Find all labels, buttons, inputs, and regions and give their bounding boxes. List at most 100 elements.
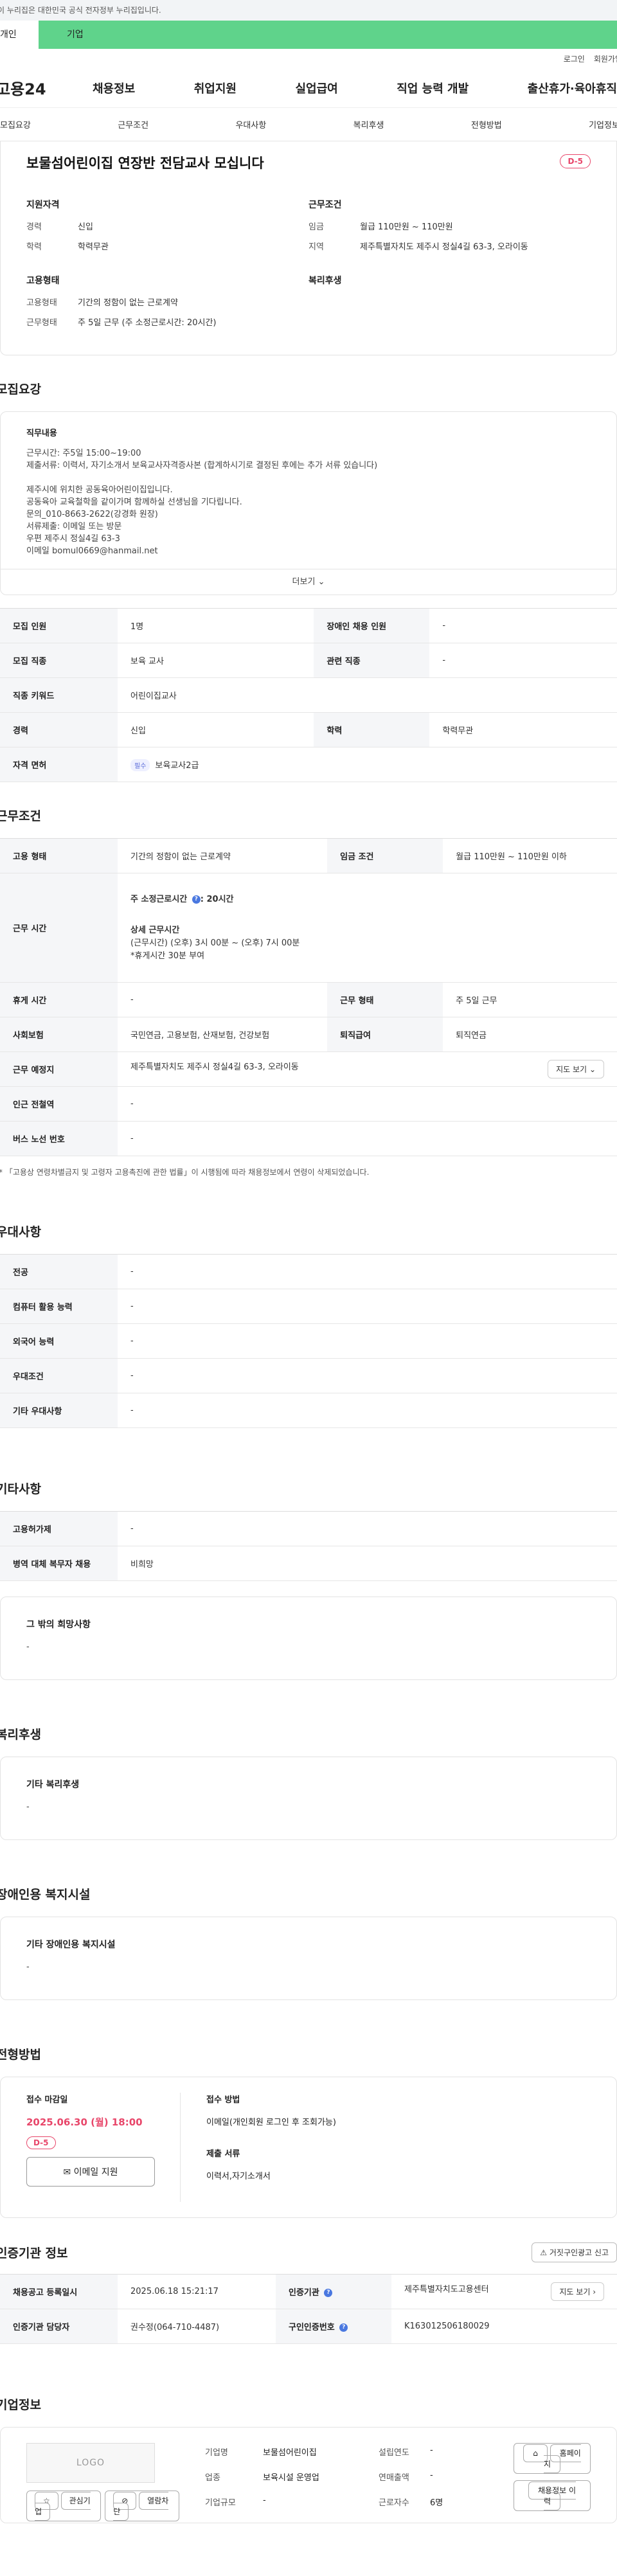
tab-personal[interactable]: 개인 bbox=[0, 21, 39, 49]
table-value: - bbox=[118, 1086, 617, 1122]
table-value: 퇴직연금 bbox=[443, 1017, 617, 1052]
disability-box-title: 기타 장애인용 복지시설 bbox=[26, 1940, 116, 1950]
method-panel: 접수 방법 이메일(개인회원 로그인 후 조회가능) 제출 서류 이력서,자기소… bbox=[181, 2093, 336, 2202]
gov-banner: 이 누리집은 대한민국 공식 전자정부 누리집입니다. bbox=[0, 0, 617, 21]
tab-company[interactable]: 기업 bbox=[39, 21, 96, 49]
table-value: 제주특별자치도 제주시 정실4길 63-3, 오라이동 지도 보기 ⌄ bbox=[118, 1051, 617, 1087]
table-key: 버스 노선 번호 bbox=[0, 1121, 118, 1156]
more-button[interactable]: 더보기 ⌄ bbox=[1, 569, 616, 595]
gnb-item-training[interactable]: 직업 능력 개발 bbox=[397, 80, 469, 96]
pref-section-title: 우대사항 bbox=[0, 1225, 41, 1239]
age-footnote: * 「고용상 연령차별금지 및 고령자 고용촉진에 관한 법률」이 시행됨에 따… bbox=[0, 1168, 370, 1177]
process-box: 접수 마감일 2025.06.30 (월) 18:00 D-5 ✉ 이메일 지원… bbox=[0, 2077, 617, 2218]
table-row: 모집 직종 보육 교사 관련 직종 - bbox=[0, 643, 617, 678]
company-value: 보육시설 운영업 bbox=[263, 2473, 319, 2483]
gnb-item-support[interactable]: 취업지원 bbox=[194, 80, 237, 96]
table-row: 인근 전철역 - bbox=[0, 1086, 617, 1122]
section-nav: 모집요강 근무조건 우대사항 복리후생 전형방법 기업정보 bbox=[0, 108, 617, 141]
recruit-table: 모집 인원 1명 장애인 채용 인원 - 모집 직종 보육 교사 관련 직종 - 직종 키워… bbox=[0, 608, 617, 782]
cert-header: 인증기관 정보 ⚠ 거짓구인광고 신고 bbox=[0, 2242, 617, 2262]
cert-no-label: 구인인증번호 bbox=[288, 2323, 335, 2332]
gnb-item-benefit[interactable]: 실업급여 bbox=[296, 80, 338, 96]
cert-org-value: 제주특별자치도고용센터 bbox=[404, 2285, 489, 2294]
table-row: 인증기관 담당자 권수정(064-710-4487) 구인인증번호 ? K163012… bbox=[0, 2309, 617, 2344]
disability-box-value: - bbox=[26, 1962, 30, 1972]
block-company-button[interactable]: ⊘ 열람차단 bbox=[105, 2491, 179, 2521]
map-label: 지도 보기 bbox=[559, 2287, 591, 2296]
table-key: 고용 형태 bbox=[0, 838, 118, 873]
section-nav-company[interactable]: 기업정보 bbox=[589, 118, 617, 130]
table-value: 필수 보육교사2급 bbox=[118, 747, 617, 782]
table-row: 고용허가제 - bbox=[0, 1511, 617, 1546]
section-nav-recruit[interactable]: 모집요강 bbox=[0, 118, 31, 130]
signup-link[interactable]: 회원가입 bbox=[594, 53, 617, 64]
career-value: 신입 bbox=[78, 222, 93, 232]
job-history-button[interactable]: 채용정보 이력 bbox=[514, 2480, 591, 2511]
table-key: 인근 전철역 bbox=[0, 1086, 118, 1122]
map-button[interactable]: 지도 보기 › bbox=[551, 2282, 604, 2301]
company-key: 기업규모 bbox=[205, 2498, 236, 2508]
edu-value: 학력무관 bbox=[78, 242, 109, 252]
company-info-grid: 기업명 보물섬어린이집 설립연도 - 업종 보육시설 운영업 연매출액 - 기업규모 - … bbox=[205, 2446, 514, 2508]
table-row: 경력 신입 학력 학력무관 bbox=[0, 712, 617, 747]
table-key: 채용공고 등록일시 bbox=[0, 2274, 118, 2309]
help-icon[interactable]: ? bbox=[192, 895, 201, 904]
site-logo[interactable]: 고용24 bbox=[0, 76, 93, 99]
table-value: - bbox=[118, 1323, 617, 1359]
table-key: 휴게 시간 bbox=[0, 982, 118, 1017]
etc-wish-box: 그 밖의 희망사항 - bbox=[0, 1597, 617, 1680]
help-icon[interactable]: ? bbox=[339, 2323, 348, 2332]
docs-title: 제출 서류 bbox=[206, 2149, 240, 2159]
detail-hours-rest: *휴게시간 30분 부여 bbox=[130, 951, 205, 961]
table-row: 우대조건 - bbox=[0, 1358, 617, 1393]
welfare-box-title: 기타 복리후생 bbox=[26, 1780, 80, 1790]
required-badge: 필수 bbox=[130, 758, 150, 771]
table-key: 자격 면허 bbox=[0, 747, 118, 782]
region-value: 제주특별자치도 제주시 정실4길 63-3, 오라이동 bbox=[360, 242, 528, 252]
cert-section-title: 인증기관 정보 bbox=[0, 2246, 68, 2260]
company-value: 보물섬어린이집 bbox=[263, 2448, 317, 2458]
section-nav-welfare[interactable]: 복리후생 bbox=[353, 118, 384, 130]
company-box: LOGO ☆ 관심기업 ⊘ 열람차단 기업명 보물섬어린이집 설립연도 - 업종 보육… bbox=[0, 2427, 617, 2523]
table-key: 임금 조건 bbox=[327, 838, 443, 873]
homepage-button[interactable]: ⌂ 홈페이지 bbox=[514, 2443, 591, 2474]
table-value: 2025.06.18 15:21:17 bbox=[118, 2274, 276, 2309]
section-nav-work[interactable]: 근무조건 bbox=[118, 118, 148, 130]
duty-line bbox=[26, 472, 591, 484]
table-key: 모집 인원 bbox=[0, 608, 118, 643]
emptype-value: 기간의 정함이 없는 근로계약 bbox=[78, 298, 178, 308]
duty-line: 공동육아 교육철학을 같이가며 함께하실 선생님을 기다립니다. bbox=[26, 497, 242, 507]
company-value: 6명 bbox=[430, 2498, 443, 2508]
section-nav-pref[interactable]: 우대사항 bbox=[235, 118, 266, 130]
alert-icon: ⚠ bbox=[540, 2248, 548, 2257]
gnb-item-jobs[interactable]: 채용정보 bbox=[93, 80, 135, 96]
company-key: 기업명 bbox=[205, 2448, 228, 2458]
map-button[interactable]: 지도 보기 ⌄ bbox=[548, 1060, 604, 1078]
table-value: 학력무관 bbox=[429, 712, 617, 747]
duty-text: 근무시간: 주5일 15:00~19:00 제출서류: 이력서, 자기소개서 보… bbox=[26, 447, 591, 557]
gnb-menu: 채용정보 취업지원 실업급여 직업 능력 개발 출산휴가·육아휴직 bbox=[93, 80, 617, 96]
report-fake-ad-button[interactable]: ⚠ 거짓구인광고 신고 bbox=[532, 2242, 617, 2262]
worktype-value: 주 5일 근무 (주 소정근로시간: 20시간) bbox=[78, 318, 217, 328]
cert-org-label: 인증기관 bbox=[288, 2288, 319, 2298]
favorite-company-button[interactable]: ☆ 관심기업 bbox=[26, 2491, 102, 2521]
worktype-label: 근무형태 bbox=[26, 318, 57, 328]
duty-line: 서류제출: 이메일 또는 방문 bbox=[26, 522, 122, 532]
table-value: 국민연금, 고용보험, 산재보험, 건강보험 bbox=[118, 1017, 328, 1052]
company-key: 설립연도 bbox=[379, 2448, 409, 2458]
table-row: 휴게 시간 - 근무 형태 주 5일 근무 bbox=[0, 982, 617, 1017]
table-row: 컴퓨터 활용 능력 - bbox=[0, 1289, 617, 1324]
login-link[interactable]: 로그인 bbox=[564, 53, 585, 64]
work-section-title: 근무조건 bbox=[0, 809, 41, 823]
table-value: 어린이집교사 bbox=[118, 677, 617, 713]
help-icon[interactable]: ? bbox=[324, 2289, 333, 2297]
welfare-heading: 복리후생 bbox=[308, 276, 342, 286]
table-value: - bbox=[118, 1511, 617, 1546]
company-section-title: 기업정보 bbox=[0, 2398, 41, 2412]
company-value: - bbox=[263, 2496, 266, 2505]
email-apply-button[interactable]: ✉ 이메일 지원 bbox=[26, 2157, 155, 2187]
place-value: 제주특별자치도 제주시 정실4길 63-3, 오라이동 bbox=[130, 1062, 299, 1072]
gnb-item-leave[interactable]: 출산휴가·육아휴직 bbox=[528, 80, 617, 96]
section-nav-process[interactable]: 전형방법 bbox=[471, 118, 502, 130]
qual-heading: 지원자격 bbox=[26, 200, 60, 210]
